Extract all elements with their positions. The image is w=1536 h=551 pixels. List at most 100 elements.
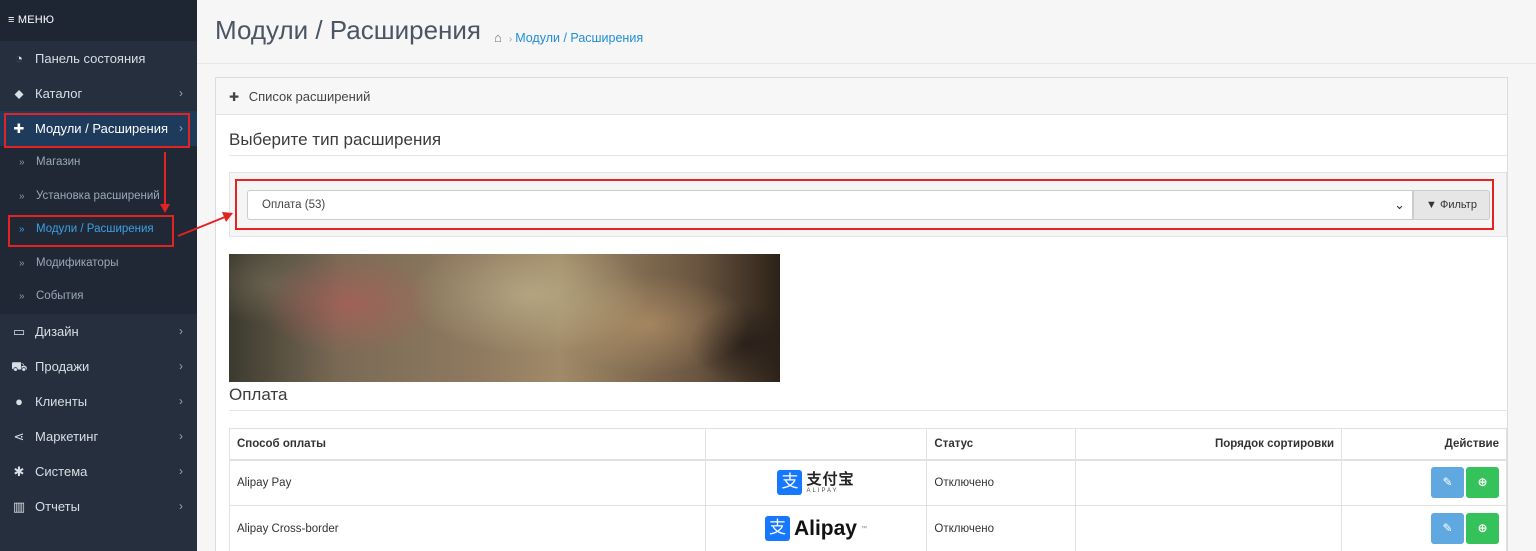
extensions-panel: ✚ Список расширений Выберите тип расшире… — [215, 77, 1508, 551]
alipay-logo-text: Alipay — [793, 516, 857, 540]
install-button[interactable]: ⊕ — [1466, 467, 1499, 499]
table-row: Alipay Cross-border 支 Alipay ™ Отключено … — [229, 505, 1507, 551]
submenu-extensions: » Магазин » Установка расширений » Модул… — [0, 146, 197, 314]
chevron-right-icon: › — [179, 393, 183, 408]
submenu-item-label: Модификаторы — [36, 256, 119, 269]
submenu-item-label: Магазин — [36, 156, 81, 168]
status-cell: Отключено — [926, 459, 1077, 506]
alipay-logo: 支 Alipay ™ — [764, 516, 867, 541]
page-title: Модули / Расширения — [215, 15, 482, 45]
column-header-logo — [704, 428, 928, 461]
trademark-icon: ™ — [860, 525, 867, 532]
menu-header[interactable]: ≡ МЕНЮ — [0, 0, 197, 41]
filter-button-label: Фильтр — [1440, 199, 1477, 211]
payment-method-name: Alipay Pay — [229, 459, 706, 506]
sidebar-item-label: Дизайн — [35, 323, 79, 339]
pencil-icon: ✎ — [1442, 521, 1453, 535]
filter-icon: ▼ — [1426, 199, 1437, 211]
action-cell: ✎ ⊕ — [1341, 459, 1507, 506]
puzzle-icon: ✚ — [229, 90, 240, 104]
alipay-logo: 支 支付宝 ALIPAY — [777, 470, 854, 496]
sidebar-item-marketing[interactable]: ⋖ Маркетинг › — [0, 419, 197, 454]
sidebar-item-design[interactable]: ▭ Дизайн › — [0, 314, 197, 349]
submenu-item-extensions[interactable]: » Модули / Расширения — [0, 213, 197, 247]
chevron-right-icon: › — [179, 86, 183, 100]
column-header-status[interactable]: Статус — [926, 428, 1077, 461]
submenu-item-modifications[interactable]: » Модификаторы — [0, 247, 197, 281]
chevron-right-icon: › — [179, 498, 183, 513]
tags-icon: ⬥ — [14, 86, 24, 101]
submenu-item-label: События — [36, 290, 84, 303]
sidebar-item-label: Каталог — [35, 86, 83, 101]
pencil-icon: ✎ — [1442, 475, 1453, 490]
edit-button[interactable]: ✎ — [1431, 467, 1464, 499]
submenu-item-label: Модули / Расширения — [36, 223, 154, 236]
sidebar-item-reports[interactable]: ▥ Отчеты › — [0, 489, 197, 524]
edit-button[interactable]: ✎ — [1431, 513, 1464, 544]
submenu-item-label: Установка расширений — [36, 189, 160, 202]
blurred-banner-image — [229, 254, 780, 382]
submenu-item-marketplace[interactable]: » Магазин — [0, 146, 197, 180]
sidebar-item-label: Модули / Расширения — [35, 121, 169, 136]
payment-logo-cell: 支 Alipay ™ — [704, 505, 928, 551]
install-button[interactable]: ⊕ — [1466, 513, 1499, 544]
sidebar-item-label: Клиенты — [35, 393, 88, 409]
choose-type-title: Выберите тип расширения — [229, 130, 442, 149]
payment-method-name: Alipay Cross-border — [229, 505, 706, 551]
payment-logo-cell: 支 支付宝 ALIPAY — [704, 459, 928, 506]
sort-order-cell — [1075, 505, 1343, 551]
column-header-action: Действие — [1341, 428, 1507, 461]
breadcrumb: ⌂ › Модули / Расширения — [494, 30, 643, 45]
filter-button[interactable]: ▼ Фильтр — [1413, 190, 1490, 220]
double-chevron-icon: » — [19, 291, 25, 303]
breadcrumb-separator: › — [508, 34, 513, 45]
bar-chart-icon: ▥ — [12, 498, 26, 514]
page-header: Модули / Расширения ⌂ › Модули / Расширени… — [197, 0, 1536, 64]
extension-type-value: Оплата (53) — [262, 199, 326, 211]
extensions-table: Способ оплаты Статус Порядок сортировки … — [229, 428, 1507, 551]
column-header-method[interactable]: Способ оплаты — [229, 428, 706, 461]
submenu-item-installer[interactable]: » Установка расширений — [0, 180, 197, 214]
sidebar-item-customers[interactable]: ● Клиенты › — [0, 384, 197, 419]
home-icon[interactable]: ⌂ — [494, 30, 502, 45]
panel-heading-label: Список расширений — [248, 89, 371, 104]
plus-circle-icon: ⊕ — [1477, 475, 1488, 490]
column-header-sort-order[interactable]: Порядок сортировки — [1075, 428, 1343, 461]
chevron-right-icon: › — [179, 428, 183, 443]
alipay-logo-text: 支付宝 ALIPAY — [806, 472, 854, 494]
sidebar-item-label: Панель состояния — [35, 51, 146, 66]
sidebar-item-label: Отчеты — [35, 498, 80, 514]
chevron-right-icon: › — [179, 358, 183, 373]
sidebar-item-dashboard[interactable]: ◔ Панель состояния — [0, 41, 197, 76]
table-header-row: Способ оплаты Статус Порядок сортировки … — [229, 428, 1507, 461]
gear-icon: ✱ — [13, 463, 25, 479]
divider — [229, 410, 1507, 411]
cart-icon: ⛟ — [11, 358, 28, 374]
double-chevron-icon: » — [19, 157, 25, 168]
alipay-icon: 支 — [764, 516, 790, 541]
sidebar: ≡ МЕНЮ ◔ Панель состояния ⬥ Каталог › ✚ … — [0, 0, 197, 551]
alipay-icon: 支 — [777, 470, 803, 496]
double-chevron-icon: » — [19, 224, 25, 236]
table-row: Alipay Pay 支 支付宝 ALIPAY Отключено ✎ ⊕ — [229, 459, 1507, 506]
double-chevron-icon: » — [19, 257, 25, 269]
submenu-item-events[interactable]: » События — [0, 280, 197, 314]
main-content: Модули / Расширения ⌂ › Модули / Расширени… — [197, 0, 1536, 551]
sidebar-item-label: Маркетинг — [35, 428, 99, 444]
panel-heading: ✚ Список расширений — [216, 78, 1507, 115]
chevron-right-icon: › — [179, 121, 183, 135]
dashboard-icon: ◔ — [15, 51, 23, 66]
puzzle-icon: ✚ — [13, 121, 25, 136]
alipay-logo-cn: 支付宝 — [806, 470, 855, 488]
extension-type-select[interactable]: Оплата (53) ⌄ — [247, 190, 1413, 220]
sidebar-item-extensions[interactable]: ✚ Модули / Расширения › — [0, 111, 197, 146]
section-title: Оплата — [229, 385, 288, 404]
sidebar-item-sales[interactable]: ⛟ Продажи › — [0, 349, 197, 384]
status-cell: Отключено — [926, 505, 1077, 551]
monitor-icon: ▭ — [12, 323, 26, 339]
sidebar-item-label: Система — [35, 463, 88, 479]
sidebar-item-system[interactable]: ✱ Система › — [0, 454, 197, 489]
breadcrumb-link[interactable]: Модули / Расширения — [515, 31, 643, 45]
chevron-right-icon: › — [179, 323, 183, 338]
sidebar-item-catalog[interactable]: ⬥ Каталог › — [0, 76, 197, 111]
